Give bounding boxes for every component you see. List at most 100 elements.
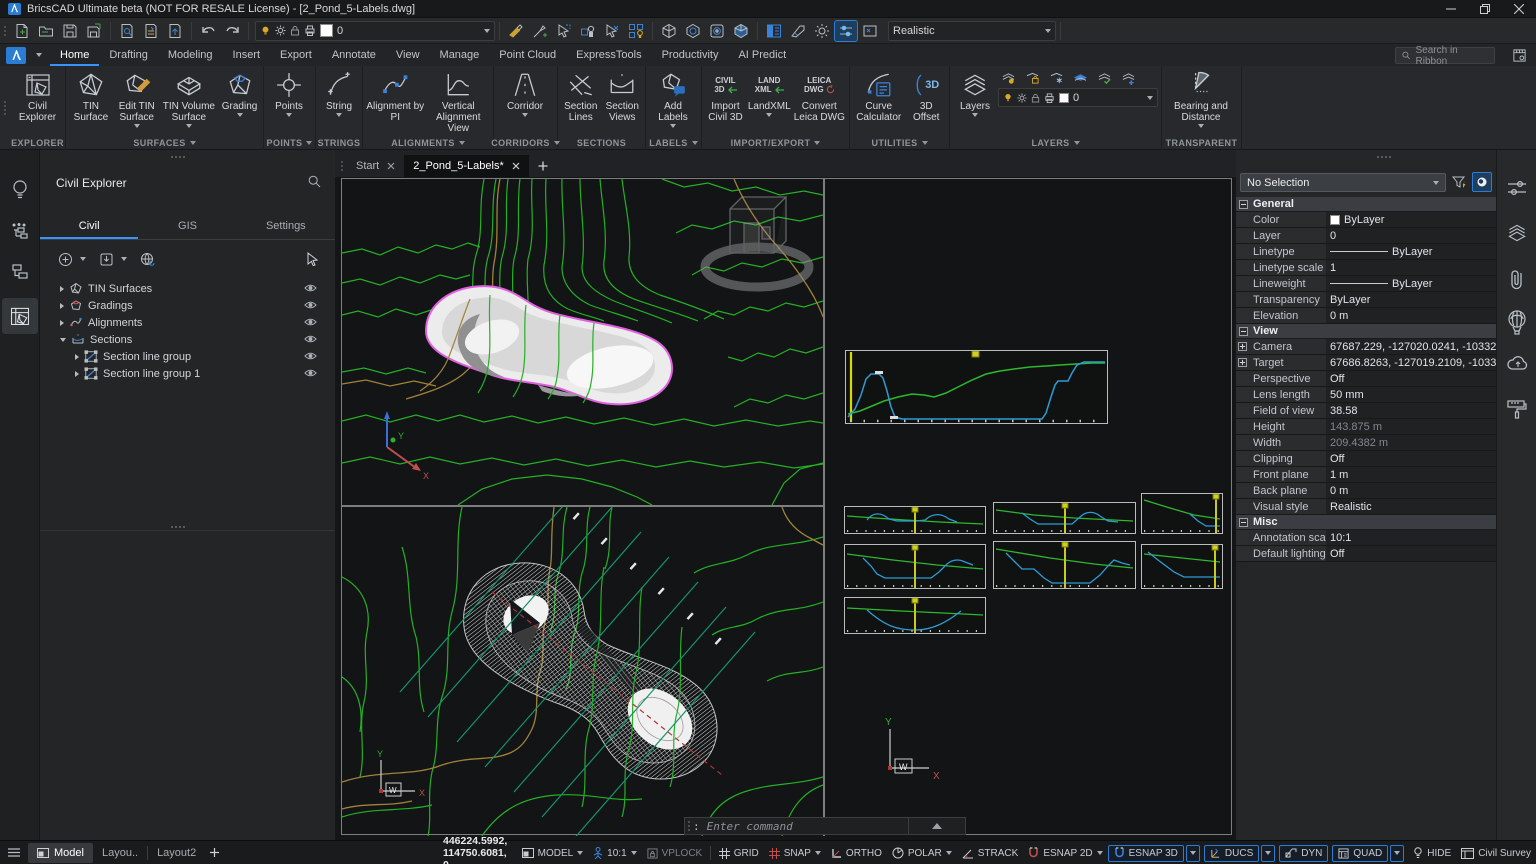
ribbon-config-icon[interactable]: [1512, 48, 1527, 63]
dropdown-caret-icon[interactable]: [766, 113, 773, 117]
section-views-button[interactable]: Section Views: [602, 68, 644, 136]
edit-tin-surface-button[interactable]: Edit TIN Surface: [114, 68, 160, 136]
prop-row-layer[interactable]: Layer 0: [1236, 228, 1496, 244]
add-item-icon[interactable]: [58, 252, 73, 267]
view-isometric-icon[interactable]: [658, 21, 680, 41]
doc-tab-pond[interactable]: 2_Pond_5-Labels*: [404, 155, 529, 177]
curve-calculator-button[interactable]: Curve Calculator: [852, 68, 905, 136]
layout-tab-layout1[interactable]: Layou..: [93, 843, 147, 863]
statusbar-menu-icon[interactable]: [8, 848, 20, 857]
string-button[interactable]: String: [318, 68, 360, 136]
tree-item-tin-surfaces[interactable]: TIN Surfaces: [40, 280, 335, 297]
expand-chevron-icon[interactable]: [60, 302, 64, 309]
visibility-eye-icon[interactable]: [304, 283, 317, 293]
status-esnap-3d[interactable]: ESNAP 3D: [1107, 844, 1184, 862]
prop-row-camera[interactable]: Camera 67687.229, -127020.0241, -103325.8: [1236, 339, 1496, 355]
alignment-by-pi-button[interactable]: Alignment by PI: [365, 68, 426, 136]
coordinates-display[interactable]: 446224.5992, 114750.6081, 0: [443, 835, 509, 864]
status-annotation-scale[interactable]: 10:1: [588, 844, 641, 862]
section-view-chart-7[interactable]: [844, 597, 986, 634]
tab-export[interactable]: Export: [270, 44, 322, 66]
visual-style-cube-icon[interactable]: [730, 21, 752, 41]
prop-row-height[interactable]: Height 143.875 m: [1236, 419, 1496, 435]
quad-caret[interactable]: [1390, 844, 1405, 862]
esnap-3d-caret[interactable]: [1185, 844, 1200, 862]
deselect-icon[interactable]: [601, 21, 623, 41]
structure-panel-toggle-icon[interactable]: [834, 19, 858, 42]
layer-combo[interactable]: 0: [255, 20, 495, 41]
status-grid[interactable]: GRID: [714, 844, 764, 862]
workflow-panel-icon[interactable]: [2, 214, 38, 250]
tab-productivity[interactable]: Productivity: [652, 44, 729, 66]
viewport-split-vertical[interactable]: [823, 179, 825, 836]
app-menu-button[interactable]: [6, 46, 26, 64]
tree-item-gradings[interactable]: Gradings: [40, 297, 335, 314]
close-icon[interactable]: [387, 162, 395, 170]
section-lines-button[interactable]: Section Lines: [560, 68, 602, 136]
dropdown-caret-icon[interactable]: [972, 113, 978, 117]
print-preview-icon[interactable]: [116, 21, 138, 41]
visibility-eye-icon[interactable]: [304, 317, 317, 327]
section-header-view[interactable]: View: [1236, 324, 1496, 339]
add-layout-button[interactable]: [209, 847, 220, 858]
dropdown-caret-icon[interactable]: [336, 113, 342, 117]
convert-leica-dwg-button[interactable]: LEICA DWG Convert Leica DWG: [792, 68, 847, 136]
panel-drag-handle[interactable]: [1364, 156, 1404, 158]
drawing-explorer-icon[interactable]: [763, 21, 785, 41]
select-similar-icon[interactable]: [625, 21, 647, 41]
layout-tab-layout2[interactable]: Layout2: [148, 843, 205, 863]
landxml-button[interactable]: LAND XML LandXML: [747, 68, 792, 136]
layer-lock-tool-icon[interactable]: [1025, 72, 1040, 85]
prop-row-linetype[interactable]: Linetype ByLayer: [1236, 244, 1496, 260]
dropdown-caret-icon[interactable]: [670, 124, 676, 128]
tin-volume-surface-button[interactable]: TIN Volume Surface: [160, 68, 218, 136]
search-icon[interactable]: [308, 175, 321, 188]
ribbon-search[interactable]: Search in Ribbon: [1395, 45, 1495, 67]
dropdown-caret-icon[interactable]: [522, 113, 528, 117]
prop-row-lineweight[interactable]: Lineweight ByLayer: [1236, 276, 1496, 292]
tab-gis[interactable]: GIS: [138, 212, 236, 239]
select-cursor-icon[interactable]: [306, 252, 319, 266]
minimize-button[interactable]: [1434, 0, 1468, 18]
publish-icon[interactable]: [164, 21, 186, 41]
section-view-chart-main[interactable]: [845, 350, 1108, 424]
structure-tree-icon[interactable]: [2, 254, 38, 290]
selection-dropdown[interactable]: No Selection: [1240, 173, 1446, 192]
tab-settings[interactable]: Settings: [237, 212, 335, 239]
open-drawing-icon[interactable]: [35, 21, 57, 41]
prop-row-target[interactable]: Target 67686.8263, -127019.2109, -103326: [1236, 355, 1496, 371]
ducs-caret[interactable]: [1261, 844, 1276, 862]
status-ducs[interactable]: DUCS: [1203, 844, 1260, 862]
prop-row-default-lighting[interactable]: Default lighting Off: [1236, 546, 1496, 562]
command-bar-grip[interactable]: [688, 821, 690, 831]
status-snap[interactable]: SNAP: [764, 844, 826, 862]
tree-item-section-line-group-1[interactable]: Section line group 1: [40, 365, 335, 382]
viewport-plan-mesh[interactable]: Y W X: [342, 507, 823, 836]
prop-row-linetype-scale[interactable]: Linetype scale 1: [1236, 260, 1496, 276]
prop-row-field-of-view[interactable]: Field of view 38.58: [1236, 403, 1496, 419]
status-model-space[interactable]: MODEL: [517, 844, 589, 862]
panel-splitter[interactable]: [40, 530, 335, 531]
section-view-chart-5[interactable]: [993, 541, 1136, 589]
attach-survey-icon[interactable]: [140, 252, 156, 267]
section-view-chart-1[interactable]: [844, 506, 986, 534]
import-item-icon[interactable]: [99, 252, 114, 267]
section-view-chart-2[interactable]: [993, 502, 1136, 534]
tab-manage[interactable]: Manage: [430, 44, 490, 66]
eyedropper-icon[interactable]: [529, 21, 551, 41]
layer-add-icon[interactable]: [1121, 72, 1136, 85]
materials-paint-icon[interactable]: [1506, 398, 1528, 420]
visibility-eye-icon[interactable]: [304, 334, 317, 344]
expand-chevron-icon[interactable]: [60, 319, 64, 326]
prop-row-annotation-scale[interactable]: Annotation sca 10:1: [1236, 530, 1496, 546]
viewport-3d-model[interactable]: Y X: [342, 179, 823, 505]
section-view-chart-6[interactable]: [1141, 544, 1223, 589]
status-hide[interactable]: HIDE: [1408, 844, 1456, 862]
visibility-eye-icon[interactable]: [304, 368, 317, 378]
render-balloon-icon[interactable]: [1506, 310, 1528, 336]
bearing-distance-button[interactable]: Bearing and Distance: [1164, 68, 1238, 136]
panel-drag-handle[interactable]: [158, 156, 198, 158]
prop-row-width[interactable]: Width 209.4382 m: [1236, 435, 1496, 451]
drawing-canvas[interactable]: Y X Y W X Y W X: Enter command: [335, 177, 1236, 840]
visual-style-combo[interactable]: Realistic: [888, 20, 1056, 41]
